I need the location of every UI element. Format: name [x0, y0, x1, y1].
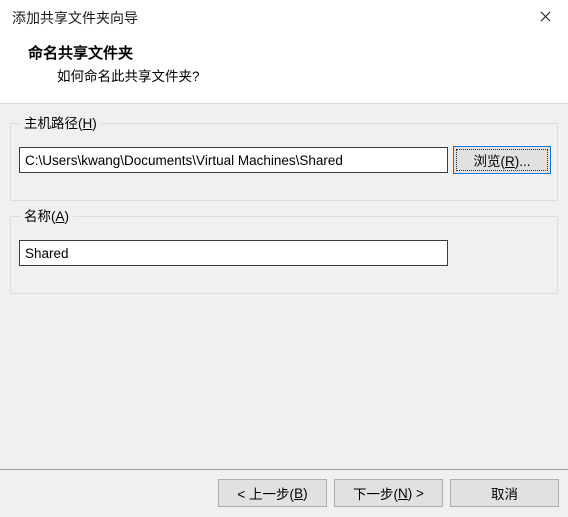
- name-label-tail: ): [64, 209, 70, 224]
- back-label-lead: < 上一步(: [237, 487, 295, 502]
- wizard-header: 命名共享文件夹 如何命名此共享文件夹?: [0, 37, 568, 103]
- back-label-accel: B: [294, 485, 304, 501]
- dialog-body: 主机路径(H) 浏览(R)... 名称(A): [0, 104, 568, 469]
- share-name-input[interactable]: [19, 240, 448, 266]
- next-label-accel: N: [398, 485, 408, 501]
- host-path-label-tail: ): [92, 116, 97, 131]
- browse-button[interactable]: 浏览(R)...: [453, 146, 551, 174]
- page-subtitle: 如何命名此共享文件夹?: [57, 69, 200, 84]
- host-path-group: 主机路径(H) 浏览(R)...: [10, 115, 558, 201]
- next-label-lead: 下一步(: [353, 487, 399, 502]
- name-label-accel: A: [55, 209, 65, 224]
- back-label-tail: ): [303, 485, 308, 501]
- cancel-button[interactable]: 取消: [450, 479, 559, 507]
- host-path-input[interactable]: [19, 147, 448, 173]
- window-title: 添加共享文件夹向导: [12, 10, 138, 26]
- page-title: 命名共享文件夹: [28, 45, 134, 62]
- name-label-text: 名称(: [24, 209, 56, 224]
- close-button[interactable]: [522, 0, 568, 33]
- next-label-tail: ) >: [407, 485, 424, 501]
- browse-button-label: 浏览(R)...: [474, 150, 531, 170]
- host-path-label-accel: H: [82, 116, 93, 131]
- browse-label-tail: )...: [514, 154, 531, 169]
- next-button[interactable]: 下一步(N) >: [334, 479, 443, 507]
- wizard-dialog: 添加共享文件夹向导 命名共享文件夹 如何命名此共享文件夹? 主机路径(H) 浏览…: [0, 0, 568, 517]
- browse-label-accel: R: [505, 154, 515, 169]
- back-button[interactable]: < 上一步(B): [218, 479, 327, 507]
- name-label: 名称(A): [20, 208, 74, 225]
- host-path-label: 主机路径(H): [20, 115, 101, 132]
- host-path-label-text: 主机路径(: [24, 116, 83, 131]
- title-bar: 添加共享文件夹向导: [0, 0, 568, 37]
- browse-label-lead: 浏览(: [473, 154, 506, 169]
- dialog-footer: < 上一步(B) 下一步(N) > 取消: [0, 470, 568, 517]
- close-icon: [539, 10, 552, 23]
- browse-button-focus-ring: 浏览(R)...: [456, 149, 548, 171]
- name-group: 名称(A): [10, 208, 558, 294]
